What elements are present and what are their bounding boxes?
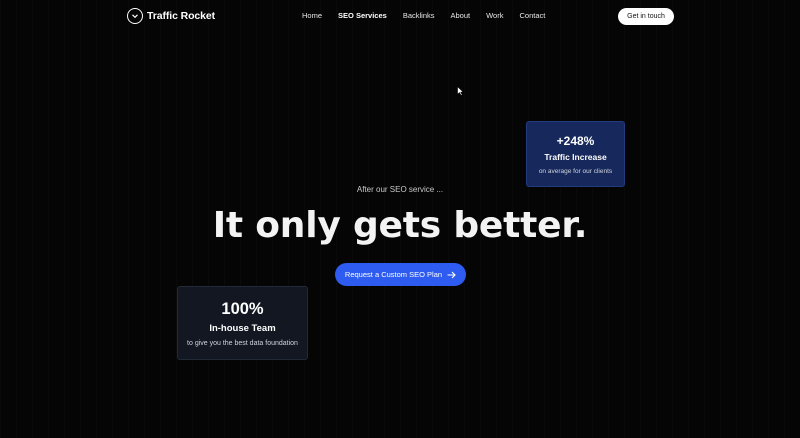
stat-value: 100% bbox=[221, 300, 264, 318]
mouse-cursor-icon bbox=[457, 86, 464, 96]
stat-value: +248% bbox=[556, 134, 595, 148]
arrow-right-icon bbox=[447, 271, 456, 278]
request-seo-plan-button[interactable]: Request a Custom SEO Plan bbox=[335, 263, 466, 286]
hero-title: It only gets better. bbox=[212, 205, 588, 246]
page: Traffic Rocket Home SEO Services Backlin… bbox=[0, 0, 800, 438]
nav-item-home[interactable]: Home bbox=[302, 11, 322, 23]
get-in-touch-button[interactable]: Get in touch bbox=[618, 8, 674, 25]
nav-item-seo-services[interactable]: SEO Services bbox=[338, 11, 387, 23]
hero-pretitle: After our SEO service ... bbox=[356, 185, 444, 194]
brand-name: Traffic Rocket bbox=[147, 10, 216, 22]
nav-item-backlinks[interactable]: Backlinks bbox=[403, 11, 435, 23]
nav-item-work[interactable]: Work bbox=[486, 11, 503, 23]
stat-card-team: 100% In-house Team to give you the best … bbox=[177, 286, 308, 360]
chevron-down-circle-icon bbox=[127, 8, 143, 24]
request-seo-plan-label: Request a Custom SEO Plan bbox=[344, 270, 443, 279]
stat-description: on average for our clients bbox=[538, 168, 613, 175]
brand-logo[interactable]: Traffic Rocket bbox=[127, 8, 215, 24]
nav-item-about[interactable]: About bbox=[451, 11, 471, 23]
nav-item-contact[interactable]: Contact bbox=[519, 11, 545, 23]
stat-description: to give you the best data foundation bbox=[187, 340, 298, 347]
stat-label: Traffic Increase bbox=[544, 152, 607, 162]
stat-card-traffic: +248% Traffic Increase on average for ou… bbox=[526, 121, 625, 187]
stat-label: In-house Team bbox=[209, 323, 276, 334]
main-nav: Home SEO Services Backlinks About Work C… bbox=[302, 11, 561, 23]
